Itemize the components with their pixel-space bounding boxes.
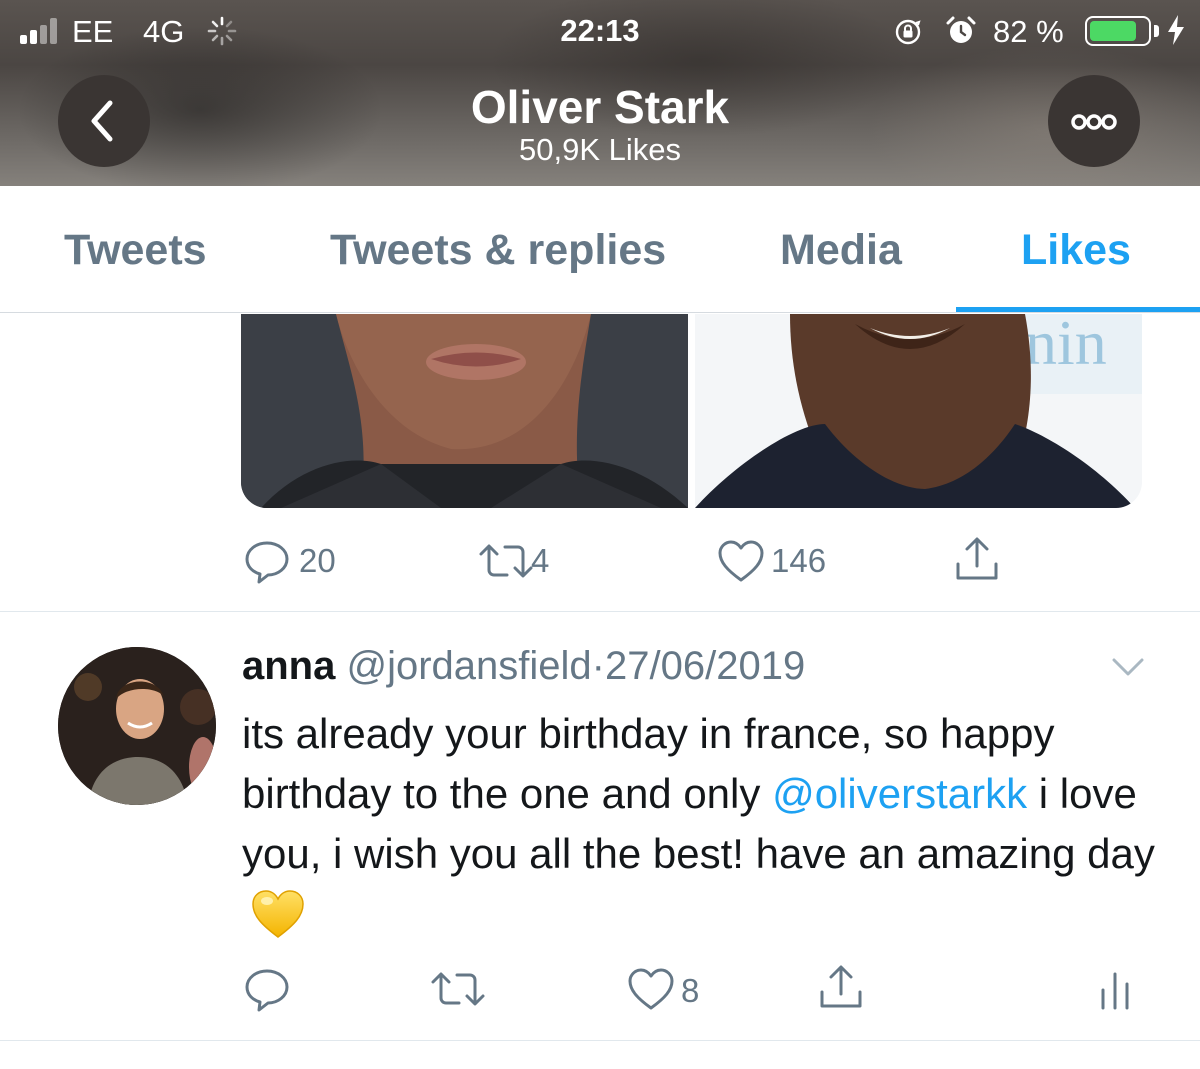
heart-icon [628,968,674,1010]
tweet-divider [0,611,1200,612]
like-button-2[interactable]: 8 [627,960,737,1020]
chevron-down-icon[interactable] [1110,650,1146,682]
tweet-author-handle[interactable]: @jordansfield [346,644,591,688]
profile-header: EE 4G 22:13 82 % Oliver Stark 50,9K Like… [0,0,1200,186]
retweet-button-2[interactable] [429,960,499,1020]
analytics-icon [1101,972,1129,1010]
media-photo-right[interactable]: nin [695,314,1142,508]
like-count: 146 [771,542,827,579]
tweet-mention-link[interactable]: @oliverstarkk [772,770,1027,817]
tweet-text: its already your birthday in france, so … [242,704,1162,944]
active-tab-indicator [956,307,1200,312]
tab-media[interactable]: Media [780,226,902,275]
share-icon [956,537,998,580]
reply-icon [245,969,289,1012]
reply-icon [245,541,289,584]
analytics-button[interactable] [1099,960,1139,1020]
avatar[interactable] [58,647,216,805]
more-options-button[interactable] [1048,75,1140,167]
tweet-actions: 8 [243,960,1143,1020]
battery-icon [1085,16,1151,46]
status-bar: EE 4G 22:13 82 % [0,0,1200,62]
portrait-photo-image [241,314,688,508]
like-button[interactable]: 146 [717,530,857,590]
media-photo-left[interactable] [241,314,688,508]
retweet-button[interactable]: 4 [477,530,597,590]
previous-tweet-actions: 20 4 146 [243,530,1043,590]
reply-button[interactable]: 20 [243,530,363,590]
header-separator: · [591,644,605,688]
avatar-photo-image [58,647,216,805]
retweet-count: 4 [531,542,550,579]
tweet-media-grid[interactable]: nin [241,314,1142,508]
tweet-header: anna @jordansfield·27/06/2019 [242,644,805,689]
alarm-clock-icon [946,16,976,43]
profile-tabs: Tweets Tweets & replies Media Likes [0,186,1200,313]
retweet-icon [479,544,533,578]
tweet-date[interactable]: 27/06/2019 [605,644,805,688]
more-horizontal-icon [1071,114,1117,130]
tweet-author-name[interactable]: anna [242,644,335,688]
retweet-icon [431,972,485,1006]
portrait-photo-image-2: nin [695,314,1142,508]
share-button[interactable] [953,530,1003,590]
profile-name: Oliver Stark [470,81,730,133]
svg-text:nin: nin [1025,314,1107,378]
reply-count: 20 [299,542,336,579]
rotation-lock-icon [895,19,921,45]
tab-tweets-and-replies[interactable]: Tweets & replies [330,226,666,275]
battery-tip [1154,25,1159,37]
tab-tweets[interactable]: Tweets [64,226,207,275]
reply-button-2[interactable] [243,960,303,1020]
yellow-heart-emoji-icon [252,890,304,938]
heart-icon [718,540,764,582]
like-count: 8 [681,972,700,1009]
share-button-2[interactable] [817,960,867,1020]
tab-likes[interactable]: Likes [1021,226,1131,275]
share-icon [820,965,862,1008]
tweet-divider-bottom [0,1040,1200,1041]
charging-bolt-icon [1168,15,1184,45]
likes-count: 50,9K Likes [519,132,681,167]
battery-level [1090,21,1136,41]
battery-percentage: 82 % [993,14,1064,49]
